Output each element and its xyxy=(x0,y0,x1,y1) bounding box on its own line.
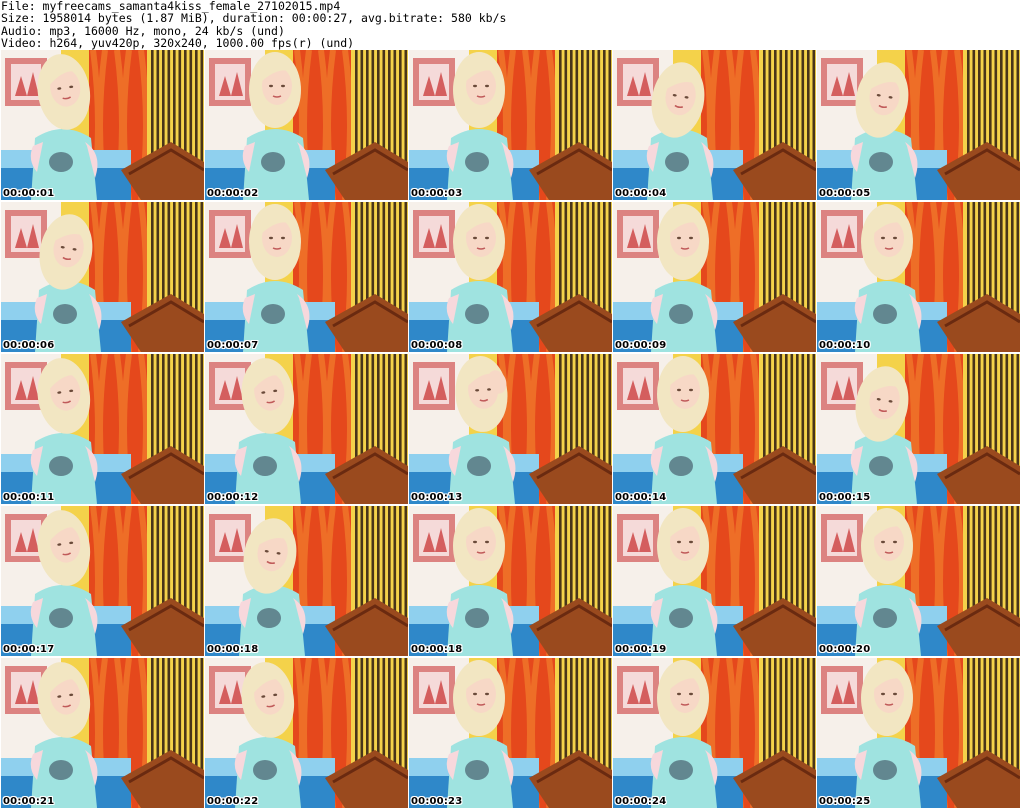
file-size-line: Size: 1958014 bytes (1.87 MiB), duration… xyxy=(1,11,507,26)
thumbnail-timestamp: 00:00:18 xyxy=(411,644,463,655)
thumbnail-frame-image xyxy=(817,202,1020,352)
thumbnail-timestamp: 00:00:17 xyxy=(3,644,55,655)
thumbnail-timestamp: 00:00:14 xyxy=(615,492,667,503)
thumbnail-timestamp: 00:00:20 xyxy=(819,644,871,655)
thumbnail-timestamp: 00:00:02 xyxy=(207,188,259,199)
video-thumbnail: 00:00:08 xyxy=(409,202,612,352)
thumbnail-frame-image xyxy=(613,354,816,504)
thumbnail-timestamp: 00:00:04 xyxy=(615,188,667,199)
video-thumbnail: 00:00:09 xyxy=(613,202,816,352)
thumbnail-timestamp: 00:00:09 xyxy=(615,340,667,351)
thumbnail-timestamp: 00:00:13 xyxy=(411,492,463,503)
video-thumbnail: 00:00:18 xyxy=(409,506,612,656)
thumbnail-frame-image xyxy=(1,506,204,656)
thumbnail-frame-image xyxy=(205,50,408,200)
thumbnail-timestamp: 00:00:12 xyxy=(207,492,259,503)
thumbnail-timestamp: 00:00:24 xyxy=(615,796,667,807)
thumbnail-timestamp: 00:00:11 xyxy=(3,492,55,503)
thumbnail-frame-image xyxy=(817,354,1020,504)
video-thumbnail: 00:00:14 xyxy=(613,354,816,504)
thumbnail-timestamp: 00:00:25 xyxy=(819,796,871,807)
video-thumbnail: 00:00:07 xyxy=(205,202,408,352)
video-thumbnail: 00:00:24 xyxy=(613,658,816,808)
thumbnail-timestamp: 00:00:06 xyxy=(3,340,55,351)
thumbnail-timestamp: 00:00:19 xyxy=(615,644,667,655)
thumbnail-frame-image xyxy=(205,658,408,808)
video-thumbnail: 00:00:01 xyxy=(1,50,204,200)
thumbnail-frame-image xyxy=(1,202,204,352)
video-info-line: Video: h264, yuv420p, 320x240, 1000.00 f… xyxy=(1,36,355,51)
thumbnail-frame-image xyxy=(409,202,612,352)
thumbnail-frame-image xyxy=(1,354,204,504)
video-thumbnail: 00:00:19 xyxy=(613,506,816,656)
video-thumbnail: 00:00:23 xyxy=(409,658,612,808)
video-thumbnail: 00:00:21 xyxy=(1,658,204,808)
thumbnail-frame-image xyxy=(409,354,612,504)
video-thumbnail: 00:00:20 xyxy=(817,506,1020,656)
video-thumbnail: 00:00:17 xyxy=(1,506,204,656)
thumbnail-frame-image xyxy=(409,658,612,808)
video-thumbnail: 00:00:06 xyxy=(1,202,204,352)
thumbnail-frame-image xyxy=(817,658,1020,808)
thumbnail-frame-image xyxy=(1,658,204,808)
thumbnail-frame-image xyxy=(613,50,816,200)
video-thumbnail: 00:00:10 xyxy=(817,202,1020,352)
thumbnail-timestamp: 00:00:21 xyxy=(3,796,55,807)
video-thumbnail: 00:00:04 xyxy=(613,50,816,200)
thumbnail-frame-image xyxy=(817,506,1020,656)
thumbnail-frame-image xyxy=(817,50,1020,200)
thumbnail-frame-image xyxy=(409,506,612,656)
thumbnail-timestamp: 00:00:10 xyxy=(819,340,871,351)
video-thumbnail: 00:00:03 xyxy=(409,50,612,200)
thumbnail-frame-image xyxy=(613,658,816,808)
thumbnail-frame-image xyxy=(205,506,408,656)
thumbnail-frame-image xyxy=(205,202,408,352)
thumbnail-grid: 00:00:01 00:00:02 00:00:03 00:00:04 00:0… xyxy=(1,50,1023,810)
thumbnail-frame-image xyxy=(613,506,816,656)
thumbnail-timestamp: 00:00:05 xyxy=(819,188,871,199)
video-thumbnail: 00:00:12 xyxy=(205,354,408,504)
video-thumbnail: 00:00:22 xyxy=(205,658,408,808)
video-thumbnail: 00:00:11 xyxy=(1,354,204,504)
thumbnail-timestamp: 00:00:03 xyxy=(411,188,463,199)
thumbnail-timestamp: 00:00:08 xyxy=(411,340,463,351)
thumbnail-frame-image xyxy=(205,354,408,504)
thumbnail-frame-image xyxy=(1,50,204,200)
video-thumbnail: 00:00:15 xyxy=(817,354,1020,504)
thumbnail-timestamp: 00:00:18 xyxy=(207,644,259,655)
thumbnail-timestamp: 00:00:07 xyxy=(207,340,259,351)
file-info-header: File: myfreecams_samanta4kiss_female_271… xyxy=(1,0,1021,50)
video-thumbnail: 00:00:05 xyxy=(817,50,1020,200)
thumbnail-timestamp: 00:00:23 xyxy=(411,796,463,807)
video-thumbnail: 00:00:02 xyxy=(205,50,408,200)
thumbnail-timestamp: 00:00:01 xyxy=(3,188,55,199)
video-thumbnail: 00:00:25 xyxy=(817,658,1020,808)
thumbnail-frame-image xyxy=(409,50,612,200)
thumbnail-frame-image xyxy=(613,202,816,352)
thumbnail-timestamp: 00:00:15 xyxy=(819,492,871,503)
thumbnail-timestamp: 00:00:22 xyxy=(207,796,259,807)
video-thumbnail: 00:00:13 xyxy=(409,354,612,504)
video-thumbnail: 00:00:18 xyxy=(205,506,408,656)
